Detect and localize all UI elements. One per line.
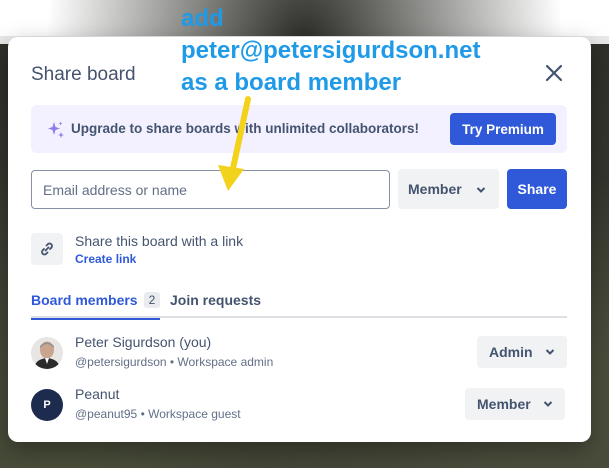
tab-join-requests[interactable]: Join requests (170, 292, 261, 318)
member-name: Peter Sigurdson (you) (75, 334, 212, 350)
list-item: Peter Sigurdson (you) @petersigurdson • … (31, 334, 567, 374)
role-select[interactable]: Member (398, 169, 499, 209)
chevron-down-icon (476, 181, 486, 197)
chevron-down-icon (545, 349, 554, 355)
member-count-badge: 2 (143, 292, 161, 308)
role-select-label: Member (408, 181, 462, 197)
member-role-label: Member (477, 396, 531, 412)
member-name: Peanut (75, 386, 120, 402)
member-role-label: Admin (489, 344, 533, 360)
annotation-line-2: peter@petersigurdson.net (181, 37, 481, 64)
tab-board-members[interactable]: Board members 2 (31, 292, 161, 320)
annotation-line-3: as a board member (181, 69, 402, 96)
avatar: P (31, 389, 63, 421)
create-link-button[interactable]: Create link (75, 252, 136, 266)
close-icon[interactable] (542, 61, 566, 85)
member-role-select[interactable]: Admin (477, 336, 567, 368)
chevron-down-icon (543, 401, 552, 407)
member-handle: @peanut95 • Workspace guest (75, 407, 241, 421)
link-icon[interactable] (31, 233, 63, 265)
share-button[interactable]: Share (507, 169, 567, 209)
tab-join-requests-label: Join requests (170, 292, 262, 308)
list-item: P Peanut @peanut95 • Workspace guest Mem… (31, 386, 567, 426)
sparkle-icon (45, 119, 67, 141)
member-handle: @petersigurdson • Workspace admin (75, 355, 274, 369)
member-role-select[interactable]: Member (465, 388, 565, 420)
try-premium-button[interactable]: Try Premium (450, 113, 556, 145)
tab-board-members-label: Board members (31, 292, 138, 308)
avatar (31, 337, 63, 369)
upgrade-banner: Upgrade to share boards with unlimited c… (31, 105, 567, 153)
member-tabs: Board members 2 Join requests (31, 292, 567, 320)
annotation-line-1: add (181, 5, 224, 32)
annotation-arrow-icon (210, 95, 280, 205)
share-link-text: Share this board with a link (75, 233, 244, 249)
dialog-title: Share board (31, 64, 136, 85)
